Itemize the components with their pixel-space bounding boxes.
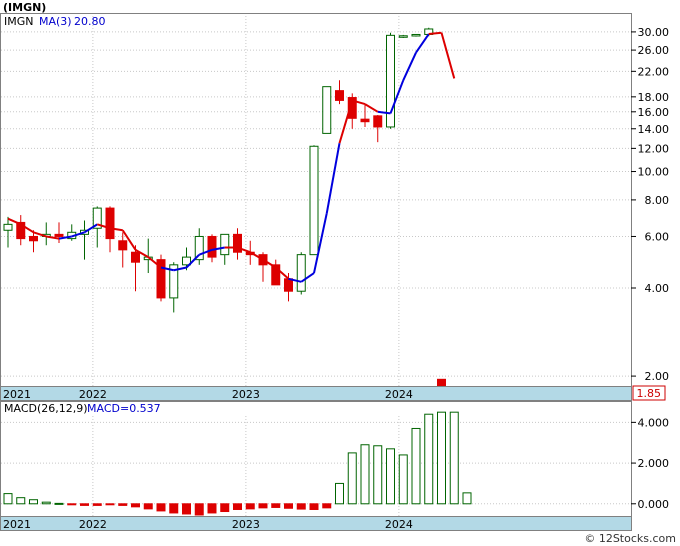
- year-label: 2024: [385, 518, 413, 531]
- macd-bar: [194, 503, 204, 516]
- year-label: 2023: [232, 518, 260, 531]
- macd-bar: [105, 503, 115, 506]
- price-tick-label: 30.00: [638, 26, 670, 39]
- price-tick-label: 18.00: [638, 91, 670, 104]
- macd-tick-label: 0.000: [638, 498, 670, 511]
- year-label: 2021: [3, 518, 31, 531]
- last-price-label: 1.85: [637, 387, 662, 400]
- price-tick-label: 16.00: [638, 106, 670, 119]
- macd-tick-label: 4.000: [638, 416, 670, 429]
- price-tick-label: 12.00: [638, 142, 670, 155]
- macd-bar: [335, 482, 344, 505]
- price-tick-label: 6.00: [645, 230, 670, 243]
- price-tick-label: 4.00: [645, 282, 670, 295]
- macd-bar: [16, 497, 26, 505]
- candle-body: [118, 240, 128, 251]
- candle-body: [54, 233, 64, 237]
- macd-bar: [284, 503, 293, 509]
- year-label: 2023: [232, 388, 260, 401]
- macd-bar: [462, 492, 472, 505]
- macd-bar: [156, 503, 166, 512]
- ma-legend: MA(3): [39, 15, 72, 28]
- macd-bar: [398, 454, 408, 505]
- macd-bar: [118, 503, 128, 506]
- macd-bar: [169, 503, 179, 514]
- macd-bar: [271, 503, 281, 508]
- macd-bar: [220, 503, 230, 513]
- footer-credit: © 12Stocks.com: [584, 532, 676, 545]
- candle-body: [296, 254, 306, 292]
- macd-bar: [360, 444, 370, 505]
- macd-bar: [54, 502, 64, 505]
- macd-bar: [41, 501, 51, 505]
- price-tick-label: 14.00: [638, 123, 670, 136]
- ma-legend-value: 20.80: [74, 15, 106, 28]
- candle-body: [220, 233, 230, 256]
- macd-axis: 0.000 2.000 4.000: [631, 416, 670, 511]
- macd-bar: [67, 503, 77, 506]
- year-label: 2024: [385, 388, 413, 401]
- candle-body: [105, 207, 115, 240]
- candle-body: [3, 223, 13, 231]
- ticker-legend: IMGN: [4, 15, 34, 28]
- year-label: 2022: [79, 388, 107, 401]
- candle-body: [131, 251, 140, 263]
- macd-panel-frame: [0, 401, 632, 531]
- macd-bar: [411, 427, 421, 505]
- macd-bar: [322, 503, 332, 509]
- candle-body: [207, 235, 217, 258]
- candle-body: [398, 35, 408, 38]
- macd-bar: [92, 503, 102, 506]
- candle-body: [322, 86, 332, 134]
- candle-body: [284, 278, 293, 292]
- macd-bar: [143, 503, 153, 510]
- candle-body: [411, 33, 421, 37]
- macd-bar: [386, 448, 395, 505]
- macd-value-label: MACD=0.537: [87, 402, 161, 415]
- macd-title: MACD(26,12,9): [4, 402, 88, 415]
- macd-bar: [29, 499, 38, 505]
- macd-bar: [347, 452, 357, 505]
- price-tick-label: 8.00: [645, 194, 670, 207]
- price-tick-label: 22.00: [638, 65, 670, 78]
- macd-bar: [182, 503, 191, 515]
- macd-bar: [207, 503, 217, 514]
- macd-bar: [131, 503, 140, 508]
- macd-bar: [309, 503, 319, 510]
- price-tick-label: 10.00: [638, 166, 670, 179]
- price-tick-label: 26.00: [638, 44, 670, 57]
- price-axis: 2.00 4.00 6.00 8.00 10.00 12.00 14.00 16.00 18.0…: [631, 26, 669, 383]
- macd-bar: [449, 411, 459, 505]
- stock-chart: 2.00 4.00 6.00 8.00 10.00 12.00 14.00 16.00 18.0…: [0, 1, 676, 545]
- ma-segment: [428, 31, 442, 36]
- macd-bar: [373, 445, 383, 505]
- candle-body: [29, 235, 38, 242]
- macd-bar: [437, 411, 446, 505]
- candle-body: [360, 118, 370, 123]
- year-label: 2021: [3, 388, 31, 401]
- macd-bar: [233, 503, 242, 510]
- candle-body: [309, 145, 319, 256]
- year-label: 2022: [79, 518, 107, 531]
- macd-bar: [296, 503, 306, 510]
- macd-bar: [3, 493, 13, 505]
- macd-bar: [245, 503, 255, 510]
- macd-bar: [424, 413, 434, 505]
- price-tick-label: 2.00: [645, 370, 670, 383]
- macd-tick-label: 2.000: [638, 457, 670, 470]
- candle-body: [335, 90, 344, 101]
- candle-body: [373, 115, 383, 128]
- macd-bar: [80, 503, 89, 506]
- macd-bar: [258, 503, 268, 509]
- chart-title: (IMGN): [3, 1, 46, 14]
